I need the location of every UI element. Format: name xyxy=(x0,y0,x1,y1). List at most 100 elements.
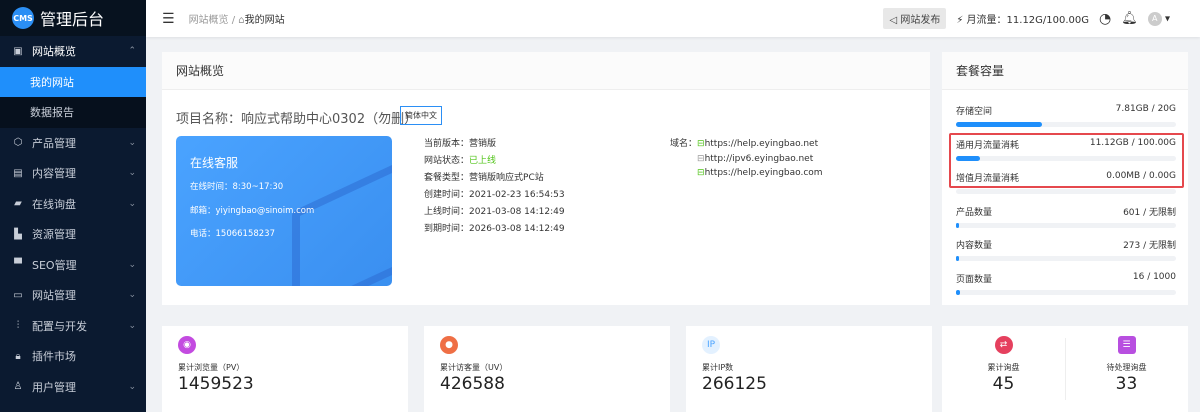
monitor-icon: ▀ xyxy=(14,259,22,271)
sidebar-item[interactable]: ▀ SEO管理 ⌄ xyxy=(0,250,146,281)
project-name: 项目名称：响应式帮助中心0302（勿删） xyxy=(176,112,418,127)
quota-value: 601 / 无限制 xyxy=(1123,207,1176,218)
sidebar-item[interactable]: ⫶ 配置与开发 ⌄ xyxy=(0,311,146,342)
quota-progress-bar xyxy=(956,122,1176,127)
info-key: 套餐类型： xyxy=(424,173,470,183)
chevron-down-icon: ⌄ xyxy=(128,137,136,148)
language-tag[interactable]: 简体中文 xyxy=(400,106,442,125)
quota-row: 存储空间 7.81GB / 20G xyxy=(956,104,1176,117)
document-icon: ▤ xyxy=(13,167,23,179)
user-menu[interactable]: A ▾ xyxy=(1147,11,1170,26)
info-key: 当前版本： xyxy=(424,139,470,149)
sidebar-item-label: 配置与开发 xyxy=(32,319,87,333)
browser-icon: ▭ xyxy=(13,289,23,301)
sidebar-item[interactable]: ▤ 内容管理 ⌄ xyxy=(0,158,146,189)
overview-card: 网站概览 项目名称：响应式帮助中心0302（勿删） 简体中文 在线客服 在线时间… xyxy=(162,52,930,305)
chevron-up-icon: ⌃ xyxy=(128,46,136,57)
chevron-down-icon: ⌄ xyxy=(128,198,136,209)
service-email: 邮箱：yiyingbao@sinoim.com xyxy=(190,206,315,216)
info-row: 上线时间：2021-03-08 14:12:49 xyxy=(424,204,565,221)
quota-progress-bar xyxy=(956,289,1176,295)
info-value: 营销版响应式PC站 xyxy=(469,173,544,183)
info-key: 网站状态： xyxy=(424,156,470,166)
breadcrumb-current: 我的网站 xyxy=(244,15,285,26)
sidebar-item[interactable]: ♙ 用户管理 ⌄ xyxy=(0,372,146,403)
sidebar-item[interactable]: ▰ 在线询盘 ⌄ xyxy=(0,189,146,220)
cms-logo-icon: CMS xyxy=(12,7,34,29)
quota-card: 套餐容量 存储空间 7.81GB / 20G 通用月流量消耗 11.12GB / 1… xyxy=(942,52,1188,305)
info-value: 已上线 xyxy=(469,156,497,166)
stat-value: 426588 xyxy=(440,374,505,394)
quota-progress-bar xyxy=(956,222,1176,228)
eye-icon: ◉ xyxy=(178,336,196,354)
info-key: 创建时间： xyxy=(424,190,470,200)
info-row: 创建时间：2021-02-23 16:54:53 xyxy=(424,187,565,204)
menu-toggle-icon[interactable]: ☰ xyxy=(162,11,175,27)
monitor-icon: ▣ xyxy=(13,45,23,57)
chat-icon: ▰ xyxy=(14,198,22,210)
sidebar-item[interactable]: ▭ 网站管理 ⌄ xyxy=(0,280,146,311)
publish-button[interactable]: ◁ 网站发布 xyxy=(883,8,947,29)
chevron-down-icon: ⌄ xyxy=(128,259,136,270)
stat-label: 累计询盘 xyxy=(987,363,1020,372)
sidebar-item-data-report[interactable]: 数据报告 xyxy=(0,97,146,128)
quota-row: 内容数量 273 / 无限制 xyxy=(956,238,1176,251)
stat-item[interactable]: ☰ 待处理询盘 33 xyxy=(1065,326,1188,412)
quota-card-title: 套餐容量 xyxy=(942,52,1188,90)
stat-value: 33 xyxy=(1115,374,1138,394)
stat-value: 266125 xyxy=(702,374,767,394)
lock-icon: ⊟ xyxy=(697,168,705,178)
sidebar-item-my-site[interactable]: 我的网站 xyxy=(0,66,146,97)
domain-item: ⊟https://help.eyingbao.com xyxy=(697,166,823,181)
traffic-readout: ⚡ 月流量：11.12G/100.00G xyxy=(956,15,1090,26)
info-value: 2026-03-08 14:12:49 xyxy=(469,224,565,234)
sidebar: CMS 管理后台 ▣ 网站概览 ⌃ 我的网站 数据报告 ⬡ 产品管理 ⌄ ▤ 内容管理 ⌄… xyxy=(0,0,146,412)
highlight-box xyxy=(949,133,1184,188)
service-title: 在线客服 xyxy=(190,156,239,170)
bell-icon[interactable]: 🔔︎ xyxy=(1121,11,1138,26)
service-hours: 在线时间：8:30~17:30 xyxy=(190,182,284,192)
sidebar-item[interactable]: ▙ 资源管理 xyxy=(0,219,146,250)
overview-card-title: 网站概览 xyxy=(162,52,930,90)
site-info: 当前版本：营销版 网站状态：已上线 套餐类型：营销版响应式PC站 创建时间：2021-… xyxy=(424,136,565,238)
inquiry-stat-card: ⇄ 累计询盘 45 ☰ 待处理询盘 33 xyxy=(942,326,1188,412)
sidebar-item[interactable]: 🔒︎ 插件市场 xyxy=(0,341,146,372)
quota-label: 存储空间 xyxy=(956,107,993,117)
info-row: 网站状态：已上线 xyxy=(424,153,565,170)
chevron-down-icon: ⌄ xyxy=(128,320,136,331)
info-value: 2021-03-08 14:12:49 xyxy=(469,207,565,217)
domain-item: ⊟http://ipv6.eyingbao.net xyxy=(697,152,823,167)
stat-card: ◉ 累计浏览量（PV） 1459523 xyxy=(162,326,408,412)
stat-item[interactable]: ⇄ 累计询盘 45 xyxy=(942,326,1065,412)
quota-progress-fill xyxy=(956,289,960,295)
info-value: 营销版 xyxy=(469,139,497,149)
domain-link[interactable]: https://help.eyingbao.com xyxy=(705,168,823,178)
logo[interactable]: CMS 管理后台 xyxy=(0,0,146,36)
cube-icon: ⬡ xyxy=(13,137,23,149)
online-service-panel: 在线客服 在线时间：8:30~17:30 邮箱：yiyingbao@sinoim… xyxy=(176,136,392,286)
stat-label: 累计IP数 xyxy=(702,363,734,372)
chevron-down-icon: ⌄ xyxy=(128,290,136,301)
quota-progress-fill xyxy=(956,122,1042,127)
history-icon[interactable]: ◔ xyxy=(1099,11,1111,27)
domain-link[interactable]: https://help.eyingbao.net xyxy=(705,139,819,149)
user-icon: ♙ xyxy=(13,381,23,393)
app-title: 管理后台 xyxy=(40,10,105,29)
sidebar-item-overview[interactable]: ▣ 网站概览 ⌃ xyxy=(0,36,146,67)
sidebar-item[interactable]: ⬡ 产品管理 ⌄ xyxy=(0,128,146,159)
quota-row: 页面数量 16 / 1000 xyxy=(956,272,1176,285)
sliders-icon: ⫶ xyxy=(16,320,20,332)
quota-label: 页面数量 xyxy=(956,274,993,285)
quota-progress-fill xyxy=(956,256,960,261)
stat-label: 待处理询盘 xyxy=(1106,363,1147,372)
caret-down-icon: ▾ xyxy=(1164,13,1170,24)
domain-link[interactable]: http://ipv6.eyingbao.net xyxy=(705,154,814,164)
quota-label: 产品数量 xyxy=(956,207,993,218)
stat-value: 1459523 xyxy=(178,374,254,394)
avatar: A xyxy=(1147,11,1162,26)
breadcrumb-overview[interactable]: 网站概览 xyxy=(189,15,229,26)
quota-label: 内容数量 xyxy=(956,241,993,251)
lock-icon: 🔒︎ xyxy=(15,350,21,362)
pending-icon: ☰ xyxy=(1117,336,1136,354)
quota-value: 16 / 1000 xyxy=(1132,271,1176,282)
